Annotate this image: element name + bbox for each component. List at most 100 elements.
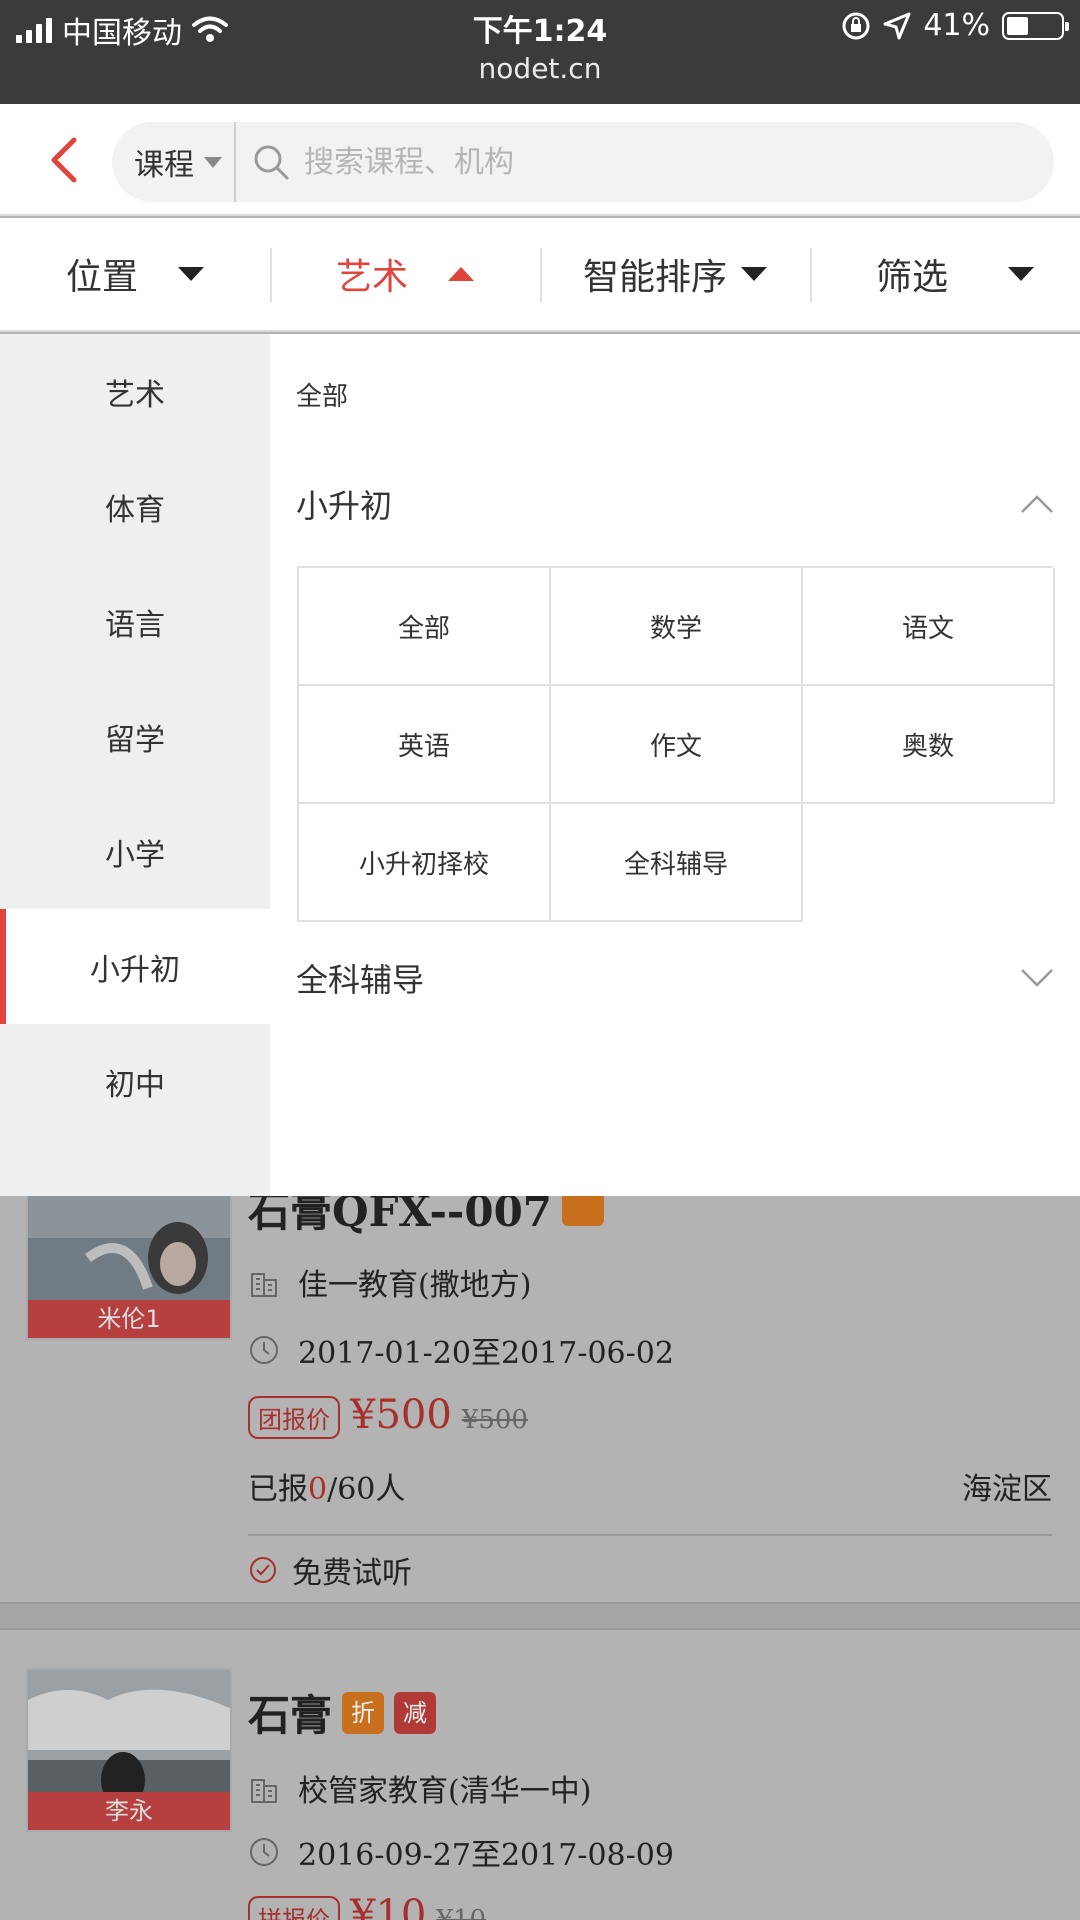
subcategory-option[interactable]: 数学 — [551, 568, 803, 686]
enrollment: 已报0/60人 — [248, 1464, 405, 1508]
building-icon — [251, 1273, 277, 1297]
filter-tab-label: 筛选 — [875, 257, 948, 298]
filter-tab-location[interactable]: 位置 — [0, 218, 270, 330]
triangle-down-icon — [178, 267, 204, 281]
subcategory-panel: 全部 小升初 全部 数学 语文 英语 作文 奥数 小升初择校 全科辅导 全科辅导 — [270, 334, 1080, 1196]
caret-down-icon — [204, 156, 222, 168]
category-item[interactable]: 体育 — [0, 449, 270, 564]
search-input[interactable] — [304, 144, 904, 180]
triangle-down-icon — [1008, 267, 1034, 281]
free-trial-row: 免费试听 — [248, 1548, 412, 1592]
status-right: 41% — [841, 8, 1069, 43]
filter-tab-label: 艺术 — [335, 257, 408, 298]
battery-percent: 41% — [923, 8, 990, 43]
category-list: 艺术 体育 语言 留学 小学 小升初 初中 中考 — [0, 334, 270, 1196]
subcategory-option[interactable]: 全科辅导 — [551, 804, 803, 922]
category-item[interactable]: 语言 — [0, 564, 270, 679]
course-list: 米伦1 石膏QFX--007 佳一教育(撒地方) 2017-01-20至2017… — [0, 1196, 1080, 1920]
group-title: 小升初 — [296, 487, 393, 525]
teacher-photo: 米伦1 — [26, 1196, 232, 1340]
reduction-tag: 减 — [394, 1691, 437, 1734]
search-box: 课程 — [112, 122, 1054, 202]
price: ¥500 — [350, 1392, 452, 1438]
price: ¥10 — [350, 1892, 427, 1920]
category-item-selected[interactable]: 小升初 — [0, 909, 270, 1024]
filter-tab-label: 位置 — [65, 257, 138, 298]
course-dates: 2016-09-27至2017-08-09 — [298, 1838, 674, 1873]
search-header: 课程 — [0, 104, 1080, 216]
subcategory-option[interactable]: 英语 — [299, 686, 551, 804]
category-item[interactable]: 艺术 — [0, 334, 270, 449]
price-row: 拼报价 ¥10 ¥10 — [248, 1892, 486, 1920]
date-row: 2016-09-27至2017-08-09 — [248, 1830, 674, 1874]
price-type-badge: 团报价 — [248, 1396, 340, 1439]
enroll-count: 0 — [308, 1472, 328, 1507]
group-header-expanded[interactable]: 小升初 — [296, 474, 1054, 534]
subcategory-option[interactable]: 作文 — [551, 686, 803, 804]
clock-icon — [250, 1336, 278, 1364]
price-type-badge: 拼报价 — [248, 1896, 340, 1920]
search-scope-select[interactable]: 课程 — [112, 122, 236, 202]
category-item[interactable]: 留学 — [0, 679, 270, 794]
subcategory-option[interactable]: 小升初择校 — [299, 804, 551, 922]
course-title-text: 石膏QFX--007 — [248, 1196, 553, 1236]
rotation-lock-icon — [842, 12, 870, 39]
filter-bar: 位置 艺术 智能排序 筛选 — [0, 218, 1080, 332]
original-price: ¥10 — [436, 1905, 486, 1920]
course-card[interactable]: 李永 石膏 折 减 校管家教育(清华一中) 2016-09-27至2017-08… — [0, 1632, 1080, 1920]
category-item[interactable]: 中考 — [0, 1139, 270, 1196]
subcategory-option[interactable]: 奥数 — [803, 686, 1055, 804]
course-card[interactable]: 米伦1 石膏QFX--007 佳一教育(撒地方) 2017-01-20至2017… — [0, 1196, 1080, 1591]
date-row: 2017-01-20至2017-06-02 — [248, 1328, 674, 1372]
org-name: 佳一教育(撒地方) — [298, 1268, 532, 1303]
chevron-up-icon — [1021, 495, 1053, 513]
org-name: 校管家教育(清华一中) — [298, 1774, 592, 1809]
triangle-down-icon — [741, 267, 767, 281]
subcategory-option[interactable]: 全部 — [299, 568, 551, 686]
course-title-text: 石膏 — [248, 1691, 333, 1740]
district: 海淀区 — [962, 1472, 1052, 1507]
enroll-prefix: 已报 — [248, 1472, 308, 1507]
battery-icon — [1002, 11, 1069, 40]
discount-tag: 折 — [342, 1691, 385, 1734]
group-header-collapsed[interactable]: 全科辅导 — [296, 948, 1054, 1008]
org-row: 佳一教育(撒地方) — [248, 1260, 531, 1304]
building-icon — [251, 1779, 277, 1803]
triangle-up-icon — [448, 267, 474, 281]
filter-tab-category[interactable]: 艺术 — [270, 218, 540, 330]
check-circle-icon — [250, 1557, 276, 1583]
filter-tab-label: 智能排序 — [582, 257, 727, 298]
group-title: 全科辅导 — [296, 961, 425, 999]
course-title: 石膏QFX--007 — [248, 1196, 605, 1239]
grid-empty-cell — [803, 804, 1055, 922]
category-item[interactable]: 小学 — [0, 794, 270, 909]
back-arrow-icon[interactable] — [40, 134, 92, 186]
subcategory-option[interactable]: 语文 — [803, 568, 1055, 686]
teacher-photo: 李永 — [26, 1668, 232, 1832]
search-icon — [254, 145, 289, 180]
divider — [248, 1534, 1052, 1536]
category-dropdown: 艺术 体育 语言 留学 小学 小升初 初中 中考 全部 小升初 全部 数学 语文… — [0, 334, 1080, 1196]
status-bar: 中国移动 下午1:24 nodet.cn 41% — [0, 0, 1080, 104]
search-scope-label: 课程 — [134, 148, 194, 183]
teacher-name: 李永 — [28, 1792, 230, 1830]
subcategory-grid: 全部 数学 语文 英语 作文 奥数 小升初择校 全科辅导 — [297, 566, 1055, 922]
clock-icon — [250, 1838, 278, 1866]
teacher-name: 米伦1 — [28, 1300, 230, 1338]
card-separator — [0, 1602, 1080, 1630]
page-url[interactable]: nodet.cn — [0, 52, 1080, 85]
free-trial-label: 免费试听 — [292, 1556, 412, 1591]
price-row: 团报价 ¥500 ¥500 — [248, 1392, 528, 1439]
enroll-capacity: /60人 — [327, 1472, 406, 1507]
subcategory-all[interactable]: 全部 — [296, 376, 348, 413]
org-row: 校管家教育(清华一中) — [248, 1766, 591, 1810]
location-icon — [883, 12, 911, 39]
category-item[interactable]: 初中 — [0, 1024, 270, 1139]
tag-badge — [562, 1196, 605, 1226]
filter-tab-filter[interactable]: 筛选 — [810, 218, 1080, 330]
course-title: 石膏 折 减 — [248, 1682, 437, 1743]
chevron-down-icon — [1021, 969, 1053, 987]
course-dates: 2017-01-20至2017-06-02 — [298, 1336, 674, 1371]
filter-tab-sort[interactable]: 智能排序 — [540, 218, 810, 330]
original-price: ¥500 — [461, 1405, 528, 1435]
